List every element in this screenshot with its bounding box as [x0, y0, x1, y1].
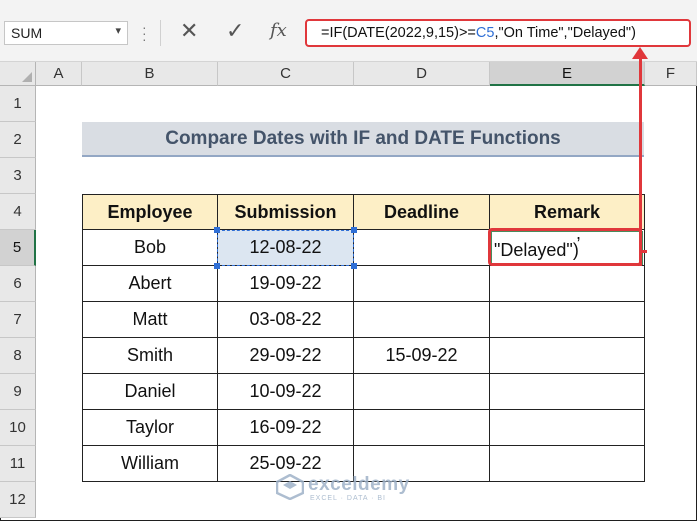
arrow-up-icon: [632, 47, 648, 59]
table-cell-remark[interactable]: [490, 374, 645, 410]
reference-selection-box: [217, 230, 354, 266]
row-header-1[interactable]: 1: [0, 86, 36, 122]
row-header-11[interactable]: 11: [0, 446, 36, 482]
formula-text-prefix: =IF(DATE(2022,9,15)>=: [321, 25, 476, 41]
header-employee[interactable]: Employee: [82, 194, 218, 230]
table-cell-submission[interactable]: 19-09-22: [218, 266, 354, 302]
row-header-12[interactable]: 12: [0, 482, 36, 518]
table-cell-remark[interactable]: [490, 338, 645, 374]
divider: [160, 20, 161, 46]
row-header-9[interactable]: 9: [0, 374, 36, 410]
sheet-title[interactable]: Compare Dates with IF and DATE Functions: [82, 122, 644, 157]
insert-function-icon[interactable]: fx: [270, 20, 287, 41]
row-header-7[interactable]: 7: [0, 302, 36, 338]
column-header-d[interactable]: D: [354, 62, 490, 86]
table-cell-submission[interactable]: 03-08-22: [218, 302, 354, 338]
row-header-5[interactable]: 5: [0, 230, 36, 266]
table-cell-employee[interactable]: Daniel: [82, 374, 218, 410]
chevron-down-icon[interactable]: ▾: [115, 24, 121, 37]
table-cell-employee[interactable]: Matt: [82, 302, 218, 338]
table-cell-employee[interactable]: Abert: [82, 266, 218, 302]
row-header-2[interactable]: 2: [0, 122, 36, 158]
highlight-box-cell: [488, 228, 642, 266]
select-all-corner[interactable]: [0, 62, 36, 86]
header-submission[interactable]: Submission: [218, 194, 354, 230]
table-cell-employee[interactable]: William: [82, 446, 218, 482]
column-header-e[interactable]: E: [490, 62, 645, 86]
table-cell-remark[interactable]: [490, 446, 645, 482]
table-cell-remark[interactable]: [490, 410, 645, 446]
annotation-arrow-line: [639, 58, 642, 266]
table-cell-deadline[interactable]: [354, 374, 490, 410]
row-header-8[interactable]: 8: [0, 338, 36, 374]
annotation-arrow-connector: [639, 250, 647, 253]
table-cell-submission[interactable]: 29-09-22: [218, 338, 354, 374]
row-header-3[interactable]: 3: [0, 158, 36, 194]
header-remark[interactable]: Remark: [490, 194, 645, 230]
column-header-c[interactable]: C: [218, 62, 354, 86]
enter-check-icon[interactable]: ✓: [226, 18, 244, 44]
table-cell-deadline[interactable]: [354, 266, 490, 302]
selection-handle[interactable]: [214, 227, 220, 233]
table-cell-remark[interactable]: [490, 266, 645, 302]
table-cell-employee[interactable]: Smith: [82, 338, 218, 374]
table-cell-deadline[interactable]: [354, 302, 490, 338]
column-header-b[interactable]: B: [82, 62, 218, 86]
cancel-icon[interactable]: ✕: [180, 18, 198, 44]
formula-input[interactable]: =IF(DATE(2022,9,15)>=C5,"On Time","Delay…: [305, 19, 691, 47]
column-header-a[interactable]: A: [36, 62, 82, 86]
resize-handle-icon[interactable]: · · ·: [142, 20, 147, 46]
table-cell-employee[interactable]: Bob: [82, 230, 218, 266]
selection-handle[interactable]: [351, 263, 357, 269]
watermark-tagline: EXCEL · DATA · BI: [310, 495, 386, 502]
formula-cell-reference: C5: [475, 25, 495, 41]
header-deadline[interactable]: Deadline: [354, 194, 490, 230]
watermark-name: exceldemy: [308, 474, 410, 495]
formula-text-suffix: ,"On Time","Delayed"): [494, 25, 636, 41]
table-cell-remark[interactable]: [490, 302, 645, 338]
table-cell-deadline[interactable]: 15-09-22: [354, 338, 490, 374]
name-box-value: SUM: [11, 25, 43, 41]
formula-bar: SUM ▾ · · · ✕ ✓ fx =IF(DATE(2022,9,15)>=C5…: [0, 0, 697, 62]
selection-handle[interactable]: [214, 263, 220, 269]
exceldemy-logo-icon: [276, 474, 304, 500]
table-cell-employee[interactable]: Taylor: [82, 410, 218, 446]
row-header-6[interactable]: 6: [0, 266, 36, 302]
table-cell-submission[interactable]: 16-09-22: [218, 410, 354, 446]
name-box[interactable]: SUM ▾: [4, 21, 128, 45]
row-header-10[interactable]: 10: [0, 410, 36, 446]
table-cell-submission[interactable]: 10-09-22: [218, 374, 354, 410]
selection-handle[interactable]: [351, 227, 357, 233]
column-header-f[interactable]: F: [645, 62, 697, 86]
table-cell-deadline[interactable]: [354, 230, 490, 266]
table-cell-deadline[interactable]: [354, 410, 490, 446]
row-header-4[interactable]: 4: [0, 194, 36, 230]
